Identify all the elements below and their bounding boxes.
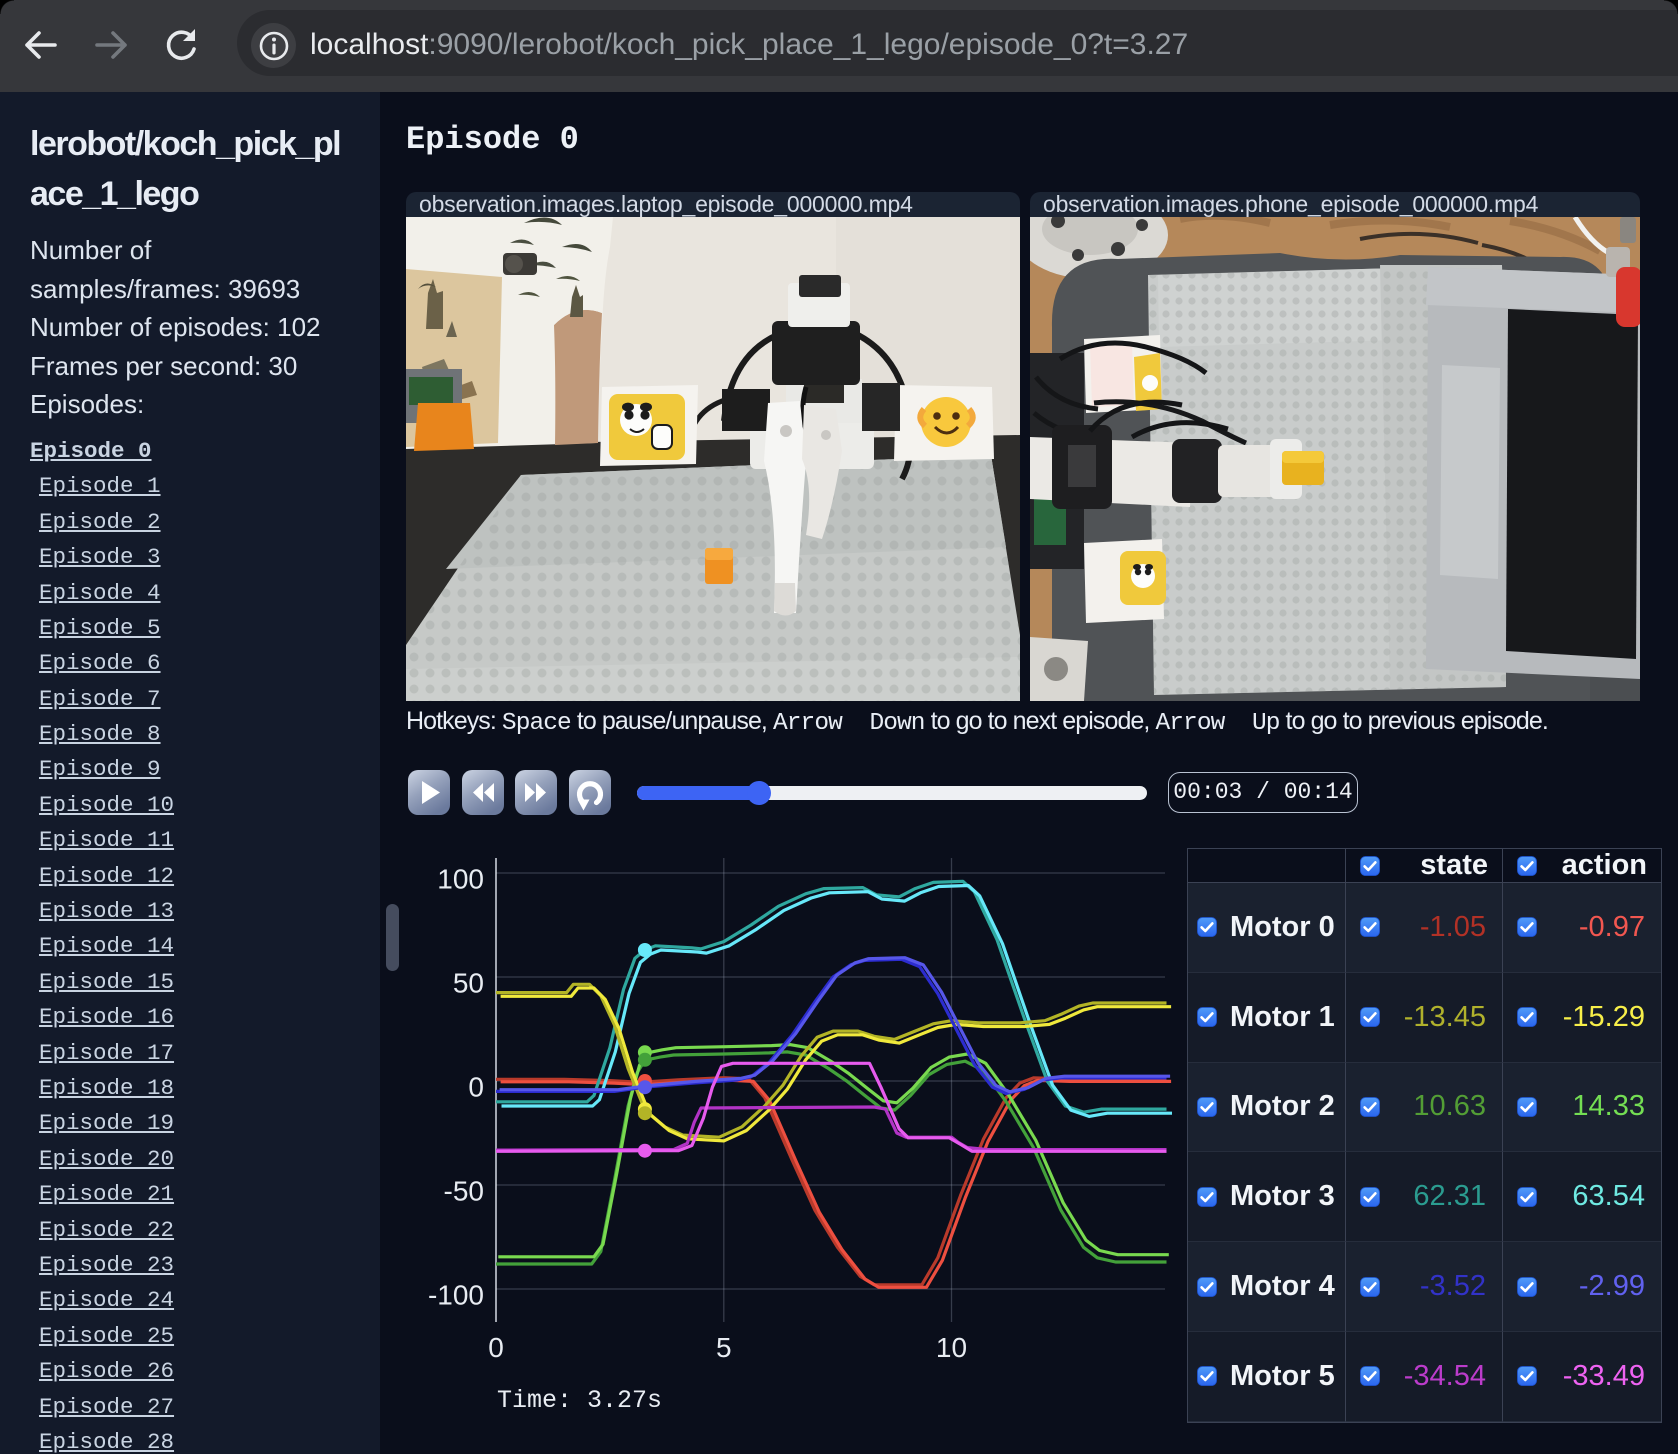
svg-text:50: 50 [453,968,484,999]
svg-text:-100: -100 [428,1280,484,1311]
svg-text:100: 100 [437,864,484,895]
svg-text:-50: -50 [444,1176,484,1207]
svg-text:0: 0 [488,1332,504,1363]
svg-text:5: 5 [716,1332,732,1363]
svg-text:10: 10 [936,1332,967,1363]
svg-text:0: 0 [468,1072,484,1103]
